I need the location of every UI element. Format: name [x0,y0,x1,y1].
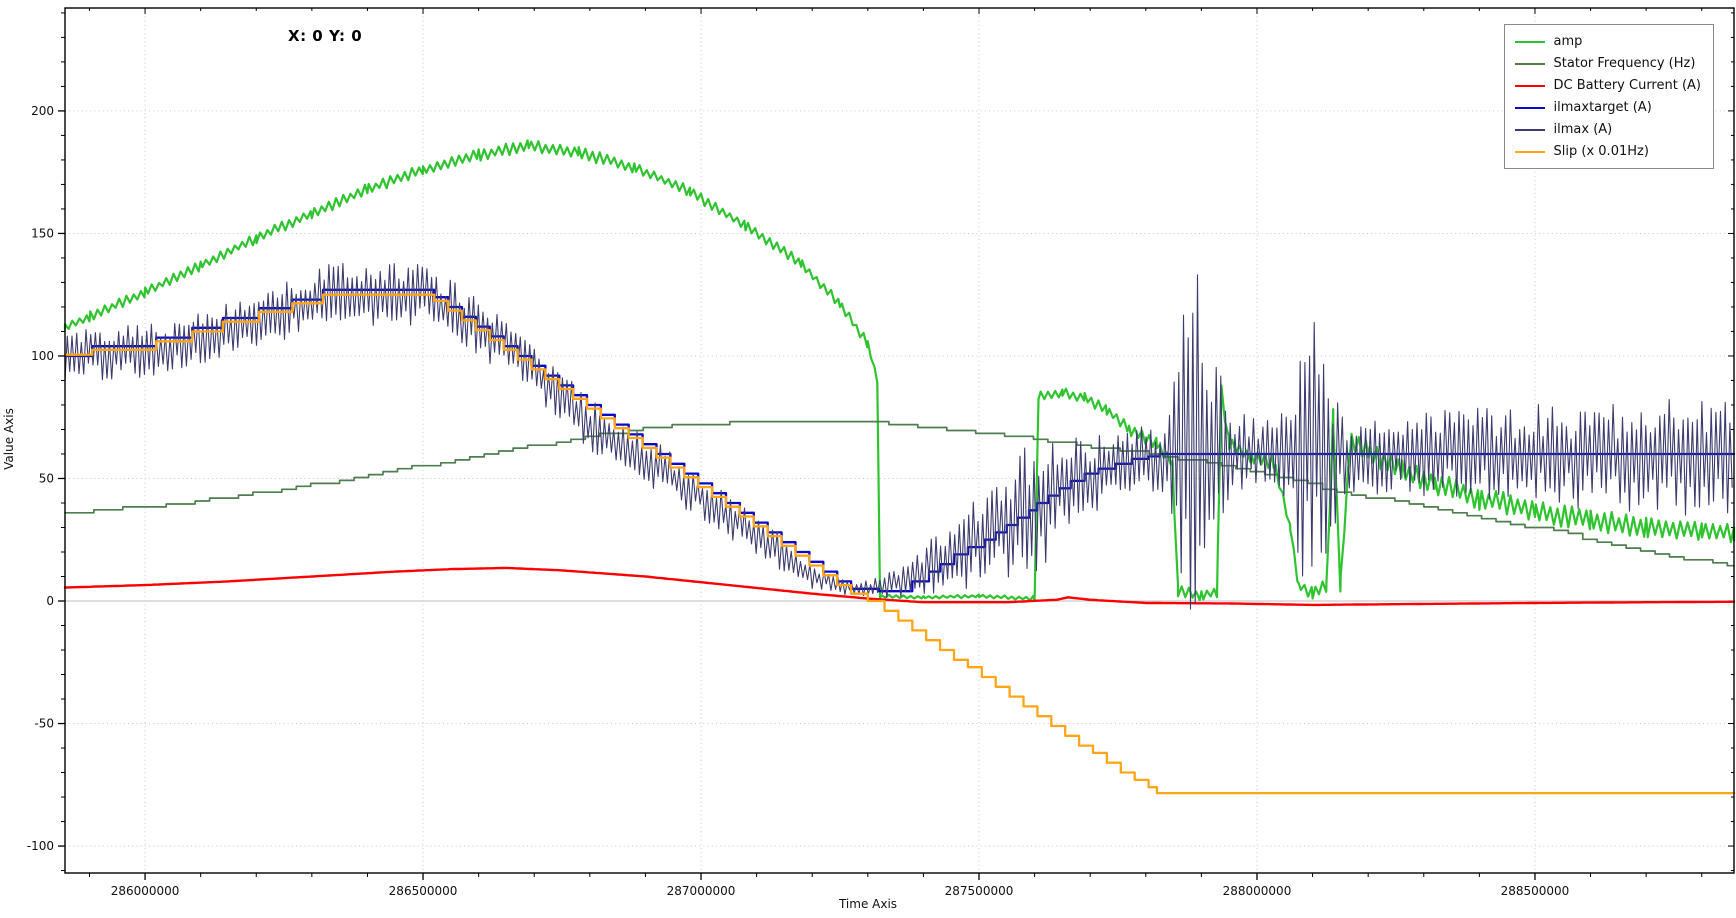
x-tick-label: 286000000 [111,884,180,898]
legend-swatch-ilmax-a [1515,129,1545,131]
legend-label-slip-x-0-01hz: Slip (x 0.01Hz) [1554,144,1649,159]
legend-item-dc-battery-current-a[interactable]: DC Battery Current (A) [1515,78,1701,93]
legend-item-amp[interactable]: amp [1515,34,1701,49]
legend-label-dc-battery-current-a: DC Battery Current (A) [1554,78,1701,93]
legend-swatch-ilmaxtarget-a [1515,107,1545,109]
legend-label-stator-frequency-hz: Stator Frequency (Hz) [1554,56,1696,71]
plot-svg: -100 -50 0 50 100 150 200 286000000 286500000 287… [0,0,1736,918]
cursor-readout: X: 0 Y: 0 [288,27,362,45]
x-tick-label: 288500000 [1501,884,1570,898]
legend-swatch-stator-frequency-hz [1515,63,1545,65]
y-tick-label: 100 [31,349,54,363]
x-tick-label: 288000000 [1223,884,1292,898]
legend-item-ilmaxtarget-a[interactable]: ilmaxtarget (A) [1515,100,1701,115]
y-tick-label: 0 [46,594,54,608]
y-tick-label: 200 [31,104,54,118]
x-tick-label: 286500000 [389,884,458,898]
y-axis-title: Value Axis [2,394,16,484]
y-tick-label: 150 [31,226,54,240]
y-tick-label: -100 [27,839,54,853]
legend-label-amp: amp [1554,34,1583,49]
x-tick-label: 287000000 [667,884,736,898]
chart-window: -100 -50 0 50 100 150 200 286000000 286500000 287… [0,0,1736,918]
x-tick-label: 287500000 [945,884,1014,898]
x-axis-title: Time Axis [0,897,1736,911]
legend: amp Stator Frequency (Hz) DC Battery Curre… [1504,24,1714,169]
legend-item-ilmax-a[interactable]: ilmax (A) [1515,122,1701,137]
legend-swatch-slip-x-0-01hz [1515,151,1545,153]
legend-item-stator-frequency-hz[interactable]: Stator Frequency (Hz) [1515,56,1701,71]
y-tick-label: -50 [34,717,54,731]
legend-label-ilmax-a: ilmax (A) [1554,122,1613,137]
legend-swatch-dc-battery-current-a [1515,85,1545,87]
y-tick-label: 50 [39,471,54,485]
legend-item-slip-x-0-01hz[interactable]: Slip (x 0.01Hz) [1515,144,1701,159]
legend-label-ilmaxtarget-a: ilmaxtarget (A) [1554,100,1652,115]
legend-swatch-amp [1515,41,1545,43]
